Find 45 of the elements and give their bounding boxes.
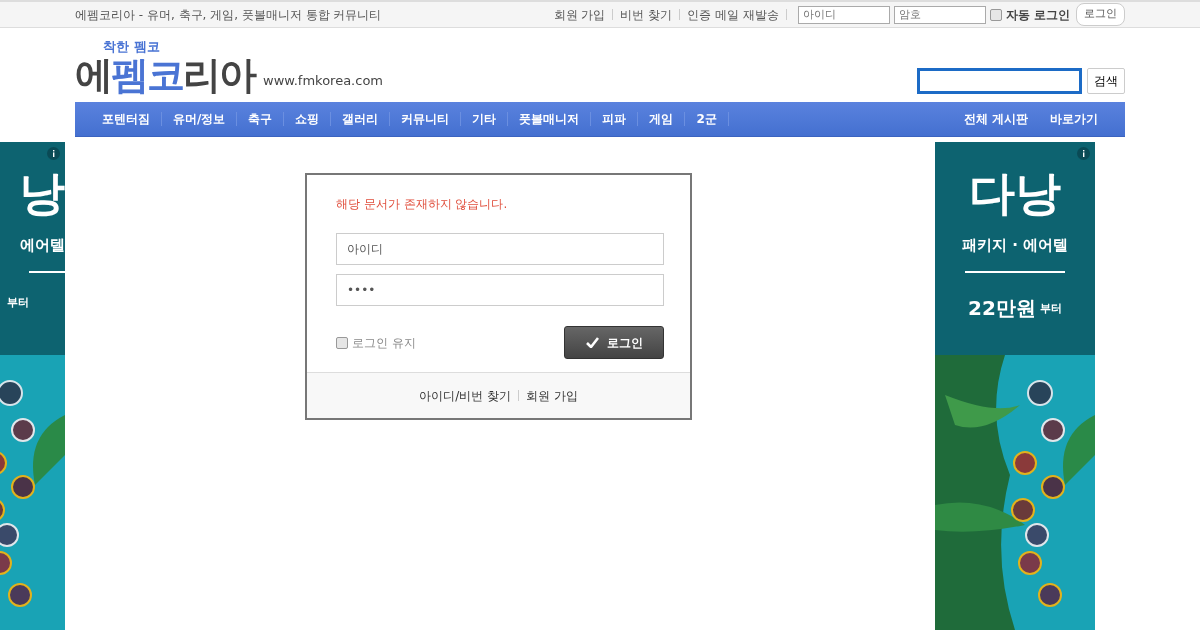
- ad-suffix: 부터: [1039, 303, 1062, 317]
- nav-item[interactable]: 피파: [591, 110, 638, 128]
- checkbox[interactable]: [336, 336, 348, 349]
- ad-suffix: 부터: [7, 297, 29, 312]
- info-icon[interactable]: [47, 147, 60, 160]
- id-field[interactable]: 아이디: [336, 233, 664, 265]
- ad-title: 다낭: [969, 168, 1061, 219]
- nav-item[interactable]: 포텐터짐: [91, 110, 161, 128]
- ad-price: 22만원: [968, 297, 1036, 320]
- footer-link[interactable]: 아이디/비번 찾기: [419, 386, 511, 405]
- top-link[interactable]: 비번 찾기: [620, 5, 673, 24]
- nav-item[interactable]: 축구: [237, 110, 284, 128]
- search-field[interactable]: [917, 68, 1082, 94]
- password-field[interactable]: ••••: [336, 274, 664, 306]
- login-button[interactable]: 로그인: [1076, 3, 1125, 26]
- checkbox[interactable]: [989, 8, 1002, 21]
- ad-title: 낭: [19, 168, 65, 219]
- site-description: 에펨코리아 - 유머, 축구, 게임, 풋볼매니저 통합 커뮤니티: [75, 6, 382, 24]
- nav-item[interactable]: 유머/정보: [162, 110, 237, 128]
- footer-link[interactable]: 회원 가입: [526, 386, 578, 405]
- nav-item[interactable]: 쇼핑: [284, 110, 331, 128]
- check-icon: [585, 337, 599, 348]
- ad-subtitle: 에어텔: [20, 236, 65, 254]
- ad-subtitle: 패키지 · 에어텔: [961, 236, 1069, 254]
- id-field[interactable]: 아이디: [797, 5, 890, 24]
- nav-item[interactable]: 기타: [461, 110, 508, 128]
- search-button[interactable]: 검색: [1087, 68, 1125, 94]
- nav-item[interactable]: 커뮤니티: [390, 110, 461, 128]
- top-link[interactable]: 인증 메일 재발송: [687, 5, 779, 24]
- nav-item[interactable]: 바로가기: [1039, 110, 1109, 128]
- checkbox-label: 자동 로그인: [1005, 6, 1070, 24]
- top-link[interactable]: 회원 가입: [553, 5, 606, 24]
- nav-item[interactable]: 전체 게시판: [952, 110, 1039, 128]
- checkbox-label: 로그인 유지: [352, 334, 416, 352]
- nav-item[interactable]: 게임: [638, 110, 685, 128]
- logo-wordmark[interactable]: 에펨코리아: [75, 56, 255, 94]
- info-icon[interactable]: [1077, 147, 1090, 160]
- nav-item[interactable]: 2군: [685, 110, 728, 128]
- logo-tagline: 착한 펨코: [103, 40, 161, 53]
- error-message: 해당 문서가 존재하지 않습니다.: [336, 196, 509, 213]
- site-url: www.fmkorea.com: [263, 71, 383, 90]
- login-button[interactable]: 로그인: [564, 326, 664, 359]
- nav-item[interactable]: 풋볼매니저: [508, 110, 591, 128]
- nav-item[interactable]: 갤러리: [331, 110, 390, 128]
- password-field[interactable]: 암호: [893, 5, 986, 24]
